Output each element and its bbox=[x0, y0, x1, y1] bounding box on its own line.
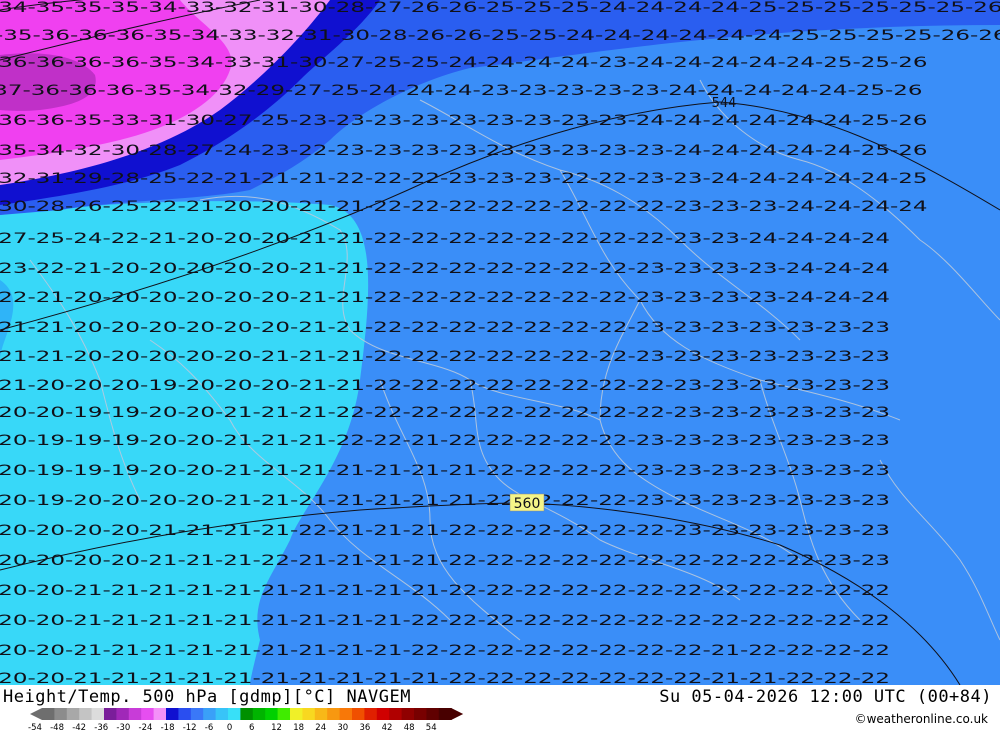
legend-tick-label: -30 bbox=[116, 723, 131, 733]
temperature-label-row: -20-20-20-20-21-21-21-22-21-21-21-21-22-… bbox=[0, 553, 890, 569]
legend-swatch bbox=[104, 708, 117, 720]
legend-swatch bbox=[290, 708, 303, 720]
legend-swatch bbox=[401, 708, 415, 720]
legend-swatch bbox=[364, 708, 378, 720]
temperature-label-row: -21-21-20-20-20-20-20-20-21-21-22-22-22-… bbox=[0, 320, 890, 336]
legend-swatch bbox=[414, 708, 427, 720]
temperature-label-row: -23-22-21-20-20-20-20-20-21-21-22-22-22-… bbox=[0, 261, 890, 277]
temperature-label-row: -35-36-36-36-35-34-33-32-31-30-28-26-26-… bbox=[0, 28, 1000, 44]
legend-swatch bbox=[339, 708, 353, 720]
legend-tick-label: -42 bbox=[72, 723, 87, 733]
legend-tick-label: -6 bbox=[204, 723, 214, 733]
weather-map: -34-35-35-35-34-33-32-31-30-28-27-26-26-… bbox=[0, 0, 1000, 685]
map-footer: Height/Temp. 500 hPa [gdmp][°C] NAVGEM S… bbox=[0, 685, 1000, 733]
legend-tick-label: -12 bbox=[182, 723, 197, 733]
temperature-label-row: -35-34-32-30-28-27-24-23-22-23-23-23-23-… bbox=[0, 143, 928, 159]
valid-time: Su 05-04-2026 12:00 UTC (00+84) bbox=[659, 687, 992, 707]
svg-text:560: 560 bbox=[514, 496, 541, 512]
legend-tick-label: -24 bbox=[138, 723, 153, 733]
temperature-label-row: -20-19-19-19-20-20-21-21-21-22-22-21-22-… bbox=[0, 433, 890, 449]
temperature-label-row: -34-35-35-35-34-33-32-31-30-28-27-26-26-… bbox=[0, 0, 1000, 16]
legend-swatch bbox=[438, 708, 452, 720]
legend-swatch bbox=[215, 708, 229, 720]
legend-swatch bbox=[128, 708, 142, 720]
legend-swatch bbox=[352, 708, 365, 720]
legend-arrow-left bbox=[30, 708, 42, 720]
legend-swatch bbox=[91, 708, 105, 720]
temperature-label-row: -22-21-20-20-20-20-20-20-21-21-22-22-22-… bbox=[0, 290, 890, 306]
temperature-label-row: -27-25-24-22-21-20-20-20-21-21-22-22-22-… bbox=[0, 231, 890, 247]
legend-tick-label: 0 bbox=[226, 723, 233, 733]
legend-tick-label: -18 bbox=[160, 723, 175, 733]
legend-swatch bbox=[302, 708, 316, 720]
legend-swatch bbox=[166, 708, 179, 720]
temperature-label-row: -20-19-19-19-20-20-21-21-21-21-21-21-21-… bbox=[0, 463, 890, 479]
temperature-label-row: -20-20-21-21-21-21-21-21-21-21-21-21-22-… bbox=[0, 671, 890, 685]
temperature-label-row: -20-20-21-21-21-21-21-21-21-21-21-22-22-… bbox=[0, 643, 890, 659]
legend-swatch bbox=[178, 708, 192, 720]
legend-tick-label: 6 bbox=[249, 723, 255, 733]
legend-arrow-right bbox=[451, 708, 464, 720]
legend-tick-label: 12 bbox=[271, 723, 282, 733]
legend-swatch bbox=[252, 708, 266, 720]
contour-label-544: 544 bbox=[712, 96, 737, 111]
legend-tick-label: 54 bbox=[425, 723, 437, 733]
credit-link[interactable]: ©weatheronline.co.uk bbox=[855, 712, 988, 726]
legend-swatch bbox=[277, 708, 291, 720]
legend-tick-label: 42 bbox=[381, 723, 393, 733]
temperature-field: -34-35-35-35-34-33-32-31-30-28-27-26-26-… bbox=[0, 0, 1000, 685]
legend-tick-label: 36 bbox=[359, 723, 371, 733]
legend-swatch bbox=[42, 708, 55, 720]
legend-swatch bbox=[265, 708, 279, 720]
legend-swatch bbox=[426, 708, 440, 720]
temperature-label-row: -32-31-29-28-25-22-21-21-21-22-22-22-23-… bbox=[0, 171, 928, 187]
legend-swatch bbox=[389, 708, 403, 720]
temperature-label-row: -36-36-36-36-35-34-33-31-30-27-25-25-24-… bbox=[0, 55, 928, 71]
temperature-label-row: -36-36-35-33-31-30-27-25-23-23-23-23-23-… bbox=[0, 113, 928, 129]
legend-swatch bbox=[376, 708, 390, 720]
temperature-label-row: -21-21-20-20-20-20-20-21-21-21-22-22-22-… bbox=[0, 349, 890, 365]
legend-tick-label: -54 bbox=[28, 723, 42, 733]
legend-swatch bbox=[153, 708, 167, 720]
legend-swatch bbox=[141, 708, 155, 720]
temperature-label-row: -30-28-26-25-22-21-20-20-21-21-22-22-22-… bbox=[0, 199, 928, 215]
legend-tick-label: -48 bbox=[50, 723, 64, 733]
temperature-label-row: -37-36-36-36-35-34-32-29-27-25-24-24-24-… bbox=[0, 83, 923, 99]
legend-swatch bbox=[203, 708, 217, 720]
temperature-label-row: -20-19-20-20-20-20-21-21-21-21-21-21-21-… bbox=[0, 493, 890, 509]
color-legend bbox=[30, 708, 464, 720]
temperature-label-row: -21-20-20-20-19-20-20-20-21-21-22-22-22-… bbox=[0, 378, 890, 394]
legend-tick-label: 18 bbox=[293, 723, 305, 733]
temperature-label-row: -20-20-19-19-20-20-21-21-21-22-22-22-22-… bbox=[0, 405, 890, 421]
temperature-label-row: -20-20-21-21-21-21-21-21-21-21-21-22-22-… bbox=[0, 613, 890, 629]
legend-tick-label: 48 bbox=[403, 723, 415, 733]
legend-swatch bbox=[228, 708, 241, 720]
legend-swatch bbox=[190, 708, 204, 720]
contour-label-560: 560 bbox=[509, 493, 545, 512]
temperature-label-row: -20-20-21-21-21-21-21-21-21-21-21-21-22-… bbox=[0, 583, 890, 599]
map-title: Height/Temp. 500 hPa [gdmp][°C] NAVGEM bbox=[3, 687, 411, 707]
legend-swatch bbox=[314, 708, 328, 720]
legend-swatch bbox=[79, 708, 93, 720]
temperature-label-row: -20-20-20-20-21-21-21-21-22-21-21-21-22-… bbox=[0, 523, 890, 539]
legend-tick-label: 24 bbox=[315, 723, 327, 733]
legend-swatch bbox=[240, 708, 254, 720]
legend-tick-label: 30 bbox=[337, 723, 349, 733]
legend-swatch bbox=[54, 708, 68, 720]
legend-swatch bbox=[116, 708, 130, 720]
legend-swatch bbox=[66, 708, 80, 720]
svg-text:544: 544 bbox=[712, 96, 737, 111]
legend-tick-label: -36 bbox=[94, 723, 109, 733]
legend-swatch bbox=[327, 708, 341, 720]
